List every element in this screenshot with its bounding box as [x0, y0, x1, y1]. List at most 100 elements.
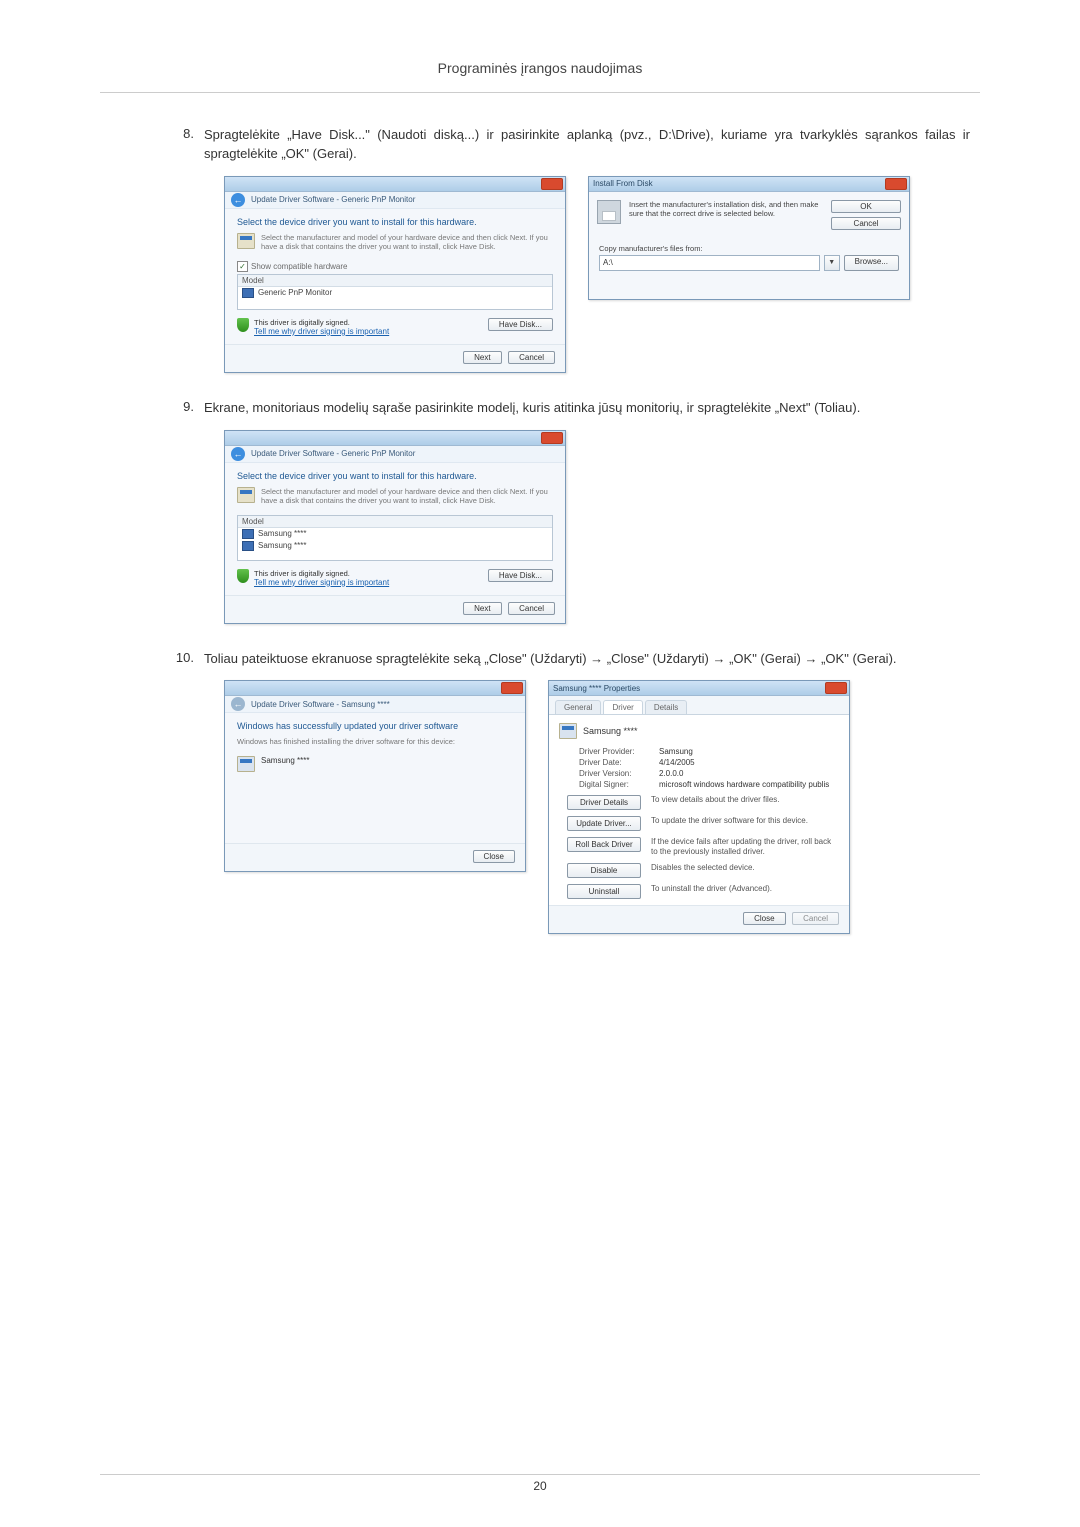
update-driver-window-1: ← Update Driver Software - Generic PnP M…	[224, 176, 566, 373]
list-item[interactable]: Samsung ****	[238, 528, 552, 540]
divider	[100, 1474, 980, 1475]
path-input[interactable]: A:\	[599, 255, 820, 271]
rollback-driver-button[interactable]: Roll Back Driver	[567, 837, 641, 852]
list-item[interactable]: Generic PnP Monitor	[238, 287, 552, 299]
list-header: Model	[238, 275, 552, 287]
dialog-heading: Windows has successfully updated your dr…	[237, 721, 513, 731]
next-button[interactable]: Next	[463, 351, 501, 364]
ok-button[interactable]: OK	[831, 200, 901, 213]
signing-info-link[interactable]: Tell me why driver signing is important	[254, 578, 389, 587]
step-number: 9.	[160, 399, 204, 418]
close-icon[interactable]	[501, 682, 523, 694]
monitor-icon	[242, 529, 254, 539]
step-number: 10.	[160, 650, 204, 669]
date-key: Driver Date:	[579, 758, 659, 767]
model-listbox[interactable]: Model Samsung **** Samsung ****	[237, 515, 553, 561]
provider-key: Driver Provider:	[579, 747, 659, 756]
disable-desc: Disables the selected device.	[651, 863, 839, 873]
disk-icon	[237, 487, 255, 503]
section-title: Programinės įrangos naudojimas	[100, 60, 980, 76]
step-10: 10. Toliau pateiktuose ekranuose spragte…	[160, 650, 980, 669]
dialog-heading: Select the device driver you want to ins…	[237, 217, 553, 227]
step-text: Ekrane, monitoriaus modelių sąraše pasir…	[204, 399, 980, 418]
cancel-button: Cancel	[792, 912, 839, 925]
cancel-button[interactable]: Cancel	[831, 217, 901, 230]
close-icon[interactable]	[825, 682, 847, 694]
close-icon[interactable]	[541, 432, 563, 444]
have-disk-button[interactable]: Have Disk...	[488, 569, 553, 582]
version-key: Driver Version:	[579, 769, 659, 778]
device-name: Samsung ****	[261, 756, 309, 765]
back-icon: ←	[231, 697, 245, 711]
monitor-icon	[242, 288, 254, 298]
dialog-heading: Select the device driver you want to ins…	[237, 471, 553, 481]
list-item-label: Samsung ****	[258, 529, 306, 538]
rollback-driver-desc: If the device fails after updating the d…	[651, 837, 839, 857]
breadcrumb: ← Update Driver Software - Generic PnP M…	[225, 192, 565, 209]
signing-info-link[interactable]: Tell me why driver signing is important	[254, 327, 389, 336]
driver-details-desc: To view details about the driver files.	[651, 795, 839, 805]
window-title: Samsung **** Properties	[553, 684, 640, 693]
disable-button[interactable]: Disable	[567, 863, 641, 878]
update-driver-button[interactable]: Update Driver...	[567, 816, 641, 831]
properties-window: Samsung **** Properties General Driver D…	[548, 680, 850, 934]
tab-details[interactable]: Details	[645, 700, 687, 714]
close-button[interactable]: Close	[473, 850, 515, 863]
step-number: 8.	[160, 126, 204, 164]
divider	[100, 92, 980, 93]
cancel-button[interactable]: Cancel	[508, 602, 555, 615]
dropdown-arrow-icon[interactable]: ▼	[824, 255, 840, 271]
breadcrumb: ← Update Driver Software - Samsung ****	[225, 696, 525, 713]
close-button[interactable]: Close	[743, 912, 785, 925]
update-driver-window-2: ← Update Driver Software - Generic PnP M…	[224, 430, 566, 624]
model-listbox[interactable]: Model Generic PnP Monitor	[237, 274, 553, 310]
breadcrumb-text: Update Driver Software - Generic PnP Mon…	[251, 449, 415, 458]
window-titlebar: Install From Disk	[589, 177, 909, 192]
install-from-disk-window: Install From Disk Insert the manufacture…	[588, 176, 910, 300]
provider-value: Samsung	[659, 747, 693, 756]
driver-details-button[interactable]: Driver Details	[567, 795, 641, 810]
tab-general[interactable]: General	[555, 700, 601, 714]
signed-label: This driver is digitally signed.	[254, 318, 389, 327]
next-button[interactable]: Next	[463, 602, 501, 615]
install-disk-msg: Insert the manufacturer's installation d…	[629, 200, 823, 230]
window-titlebar: Samsung **** Properties	[549, 681, 849, 696]
step-9: 9. Ekrane, monitoriaus modelių sąraše pa…	[160, 399, 980, 418]
date-value: 4/14/2005	[659, 758, 695, 767]
page-number: 20	[0, 1479, 1080, 1493]
disk-icon	[237, 233, 255, 249]
show-compatible-checkbox[interactable]: ✓	[237, 261, 248, 272]
tabs: General Driver Details	[549, 696, 849, 715]
step-text: Toliau pateiktuose ekranuose spragtelėki…	[204, 650, 980, 669]
have-disk-button[interactable]: Have Disk...	[488, 318, 553, 331]
back-icon[interactable]: ←	[231, 193, 245, 207]
tab-driver[interactable]: Driver	[603, 700, 642, 714]
close-icon[interactable]	[541, 178, 563, 190]
show-compatible-label: Show compatible hardware	[251, 262, 348, 271]
close-icon[interactable]	[885, 178, 907, 190]
dialog-subtext: Windows has finished installing the driv…	[237, 737, 513, 746]
shield-icon	[237, 569, 249, 583]
dialog-subtext: Select the manufacturer and model of you…	[261, 233, 553, 251]
list-item-label: Generic PnP Monitor	[258, 288, 332, 297]
list-item[interactable]: Samsung ****	[238, 540, 552, 552]
cancel-button[interactable]: Cancel	[508, 351, 555, 364]
version-value: 2.0.0.0	[659, 769, 683, 778]
copy-from-label: Copy manufacturer's files from:	[599, 244, 899, 253]
browse-button[interactable]: Browse...	[844, 255, 899, 271]
signer-key: Digital Signer:	[579, 780, 659, 789]
window-title: Install From Disk	[593, 179, 653, 188]
dialog-subtext: Select the manufacturer and model of you…	[261, 487, 553, 505]
step-text: Spragtelėkite „Have Disk..." (Naudoti di…	[204, 126, 980, 164]
list-item-label: Samsung ****	[258, 541, 306, 550]
update-driver-desc: To update the driver software for this d…	[651, 816, 839, 826]
window-titlebar	[225, 431, 565, 446]
monitor-icon	[559, 723, 577, 739]
uninstall-desc: To uninstall the driver (Advanced).	[651, 884, 839, 894]
floppy-icon	[597, 200, 621, 224]
back-icon[interactable]: ←	[231, 447, 245, 461]
list-header: Model	[238, 516, 552, 528]
shield-icon	[237, 318, 249, 332]
uninstall-button[interactable]: Uninstall	[567, 884, 641, 899]
window-titlebar	[225, 177, 565, 192]
